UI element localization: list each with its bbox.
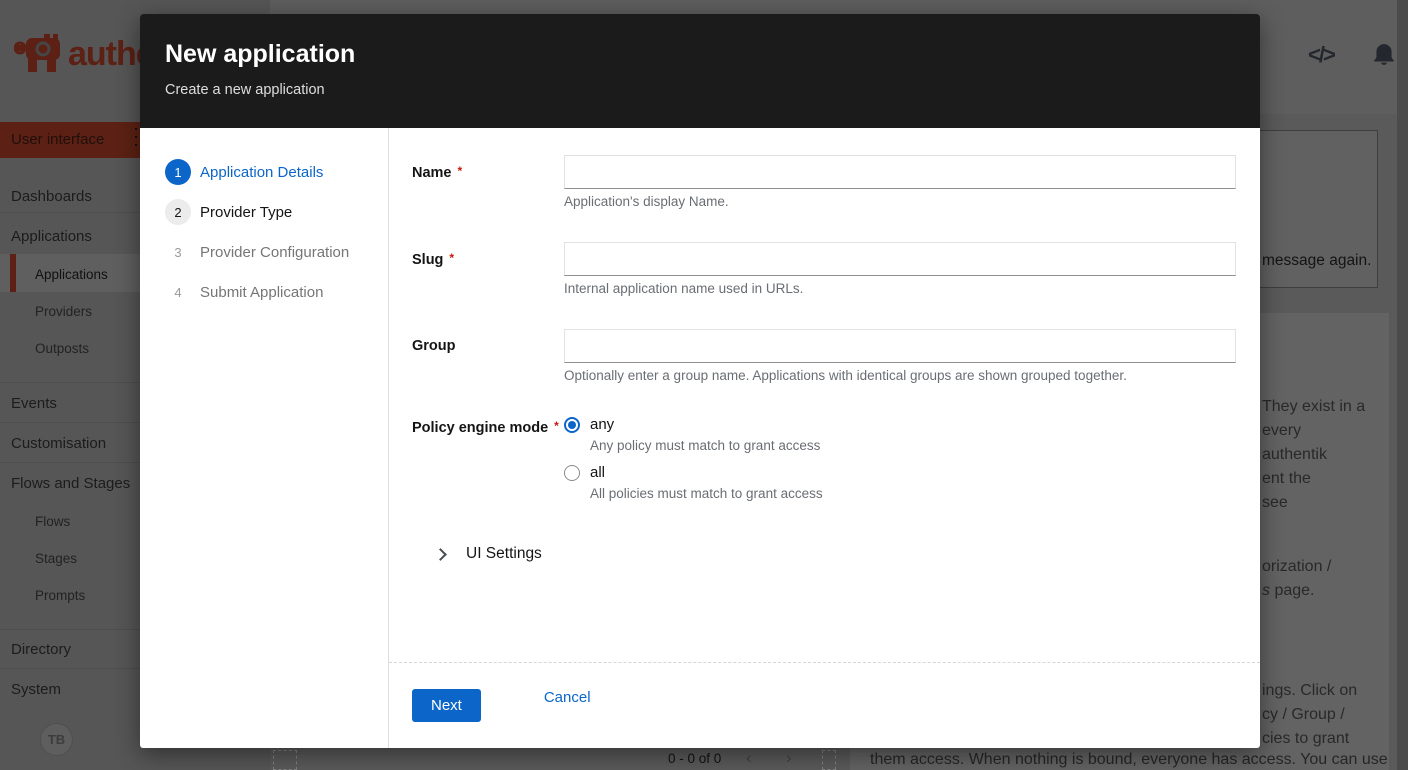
modal-header: New application Create a new application [140, 14, 1260, 128]
page-scrollbar[interactable] [1397, 0, 1408, 770]
doc-italic-fragment: s [1262, 582, 1270, 599]
doc-text-line: ings. Click on [1262, 682, 1357, 700]
step-number-badge: 2 [165, 199, 191, 225]
wizard-steps-nav: 1 Application Details 2 Provider Type 3 … [140, 128, 389, 748]
sidebar-section-label: User interface [11, 131, 104, 148]
label-text: Name [412, 165, 452, 181]
name-field-row: Name * Application's display Name. [412, 155, 1236, 209]
radio-any-label: any [590, 416, 614, 433]
wizard-step-submit-application: 4 Submit Application [140, 272, 388, 312]
ui-settings-expander[interactable]: UI Settings [436, 545, 1236, 563]
name-help-text: Application's display Name. [564, 194, 1236, 209]
slug-label: Slug * [412, 242, 564, 296]
cancel-button[interactable]: Cancel [544, 689, 591, 706]
doc-text-line: orization / [1262, 558, 1331, 576]
group-input[interactable] [564, 329, 1236, 363]
wizard-step-application-details[interactable]: 1 Application Details [140, 152, 388, 192]
pagination-range: 0 - 0 of 0 [668, 751, 721, 766]
api-browser-icon[interactable]: </> [1308, 42, 1334, 68]
doc-text-line: see [1262, 494, 1288, 512]
policy-all-help: All policies must match to grant access [590, 486, 1236, 501]
required-asterisk: * [449, 251, 454, 265]
policy-engine-mode-row: Policy engine mode * any Any policy must … [412, 416, 1236, 501]
doc-text-line-italic: cy / Group / [1262, 706, 1345, 724]
chevron-right-icon [434, 548, 447, 561]
policy-option-any[interactable]: any [564, 416, 1236, 433]
radio-all[interactable] [564, 465, 580, 481]
policy-engine-mode-label: Policy engine mode * [412, 416, 564, 501]
table-placeholder-box [822, 750, 836, 770]
step-number-badge: 3 [165, 239, 191, 265]
wizard-step-provider-type[interactable]: 2 Provider Type [140, 192, 388, 232]
wizard-form-panel: Name * Application's display Name. Slug * … [389, 128, 1260, 748]
label-text: Group [412, 338, 456, 354]
notification-bell-icon[interactable] [1371, 42, 1397, 73]
step-label: Provider Type [200, 204, 292, 221]
doc-text-line: ent the [1262, 470, 1311, 488]
app-root: authentik </> User interface Dashboards … [0, 0, 1408, 770]
pagination-prev-icon[interactable]: ‹ [746, 748, 752, 768]
table-placeholder-box [273, 750, 297, 770]
doc-text-line: every [1262, 422, 1301, 440]
group-help-text: Optionally enter a group name. Applicati… [564, 368, 1236, 383]
step-label: Provider Configuration [200, 244, 349, 261]
slug-help-text: Internal application name used in URLs. [564, 281, 1236, 296]
policy-option-all[interactable]: all [564, 464, 1236, 481]
modal-subtitle: Create a new application [165, 82, 1236, 98]
group-label: Group [412, 329, 564, 383]
radio-any[interactable] [564, 417, 580, 433]
new-application-modal: New application Create a new application… [140, 14, 1260, 748]
slug-input[interactable] [564, 242, 1236, 276]
step-label: Application Details [200, 164, 323, 181]
step-label: Submit Application [200, 284, 323, 301]
name-label: Name * [412, 155, 564, 209]
wizard-step-provider-configuration: 3 Provider Configuration [140, 232, 388, 272]
modal-footer: Next Cancel [389, 662, 1260, 748]
authentik-logo-icon [14, 30, 62, 79]
doc-text-line: They exist in a [1262, 398, 1365, 416]
user-avatar[interactable]: TB [40, 723, 73, 756]
policy-any-help: Any policy must match to grant access [590, 438, 1236, 453]
required-asterisk: * [554, 419, 559, 433]
doc-text-line: s page. [1262, 582, 1314, 600]
name-input[interactable] [564, 155, 1236, 189]
doc-text-fragment: page. [1270, 582, 1314, 599]
group-field-row: Group Optionally enter a group name. App… [412, 329, 1236, 383]
banner-dismiss-text-fragment[interactable]: message again. [1262, 252, 1371, 270]
label-text: Policy engine mode [412, 420, 548, 436]
step-number-badge: 4 [165, 279, 191, 305]
modal-title: New application [165, 40, 1236, 69]
step-number-badge: 1 [165, 159, 191, 185]
sidebar-drag-handle[interactable] [135, 128, 137, 152]
radio-all-label: all [590, 464, 605, 481]
ui-settings-label: UI Settings [466, 545, 542, 563]
required-asterisk: * [458, 164, 463, 178]
label-text: Slug [412, 252, 443, 268]
slug-field-row: Slug * Internal application name used in … [412, 242, 1236, 296]
doc-bottom-line: them access. When nothing is bound, ever… [870, 751, 1388, 769]
doc-text-line: authentik [1262, 446, 1327, 464]
pagination-next-icon[interactable]: › [786, 748, 792, 768]
next-button[interactable]: Next [412, 689, 481, 722]
doc-text-line: cies to grant [1262, 730, 1349, 748]
